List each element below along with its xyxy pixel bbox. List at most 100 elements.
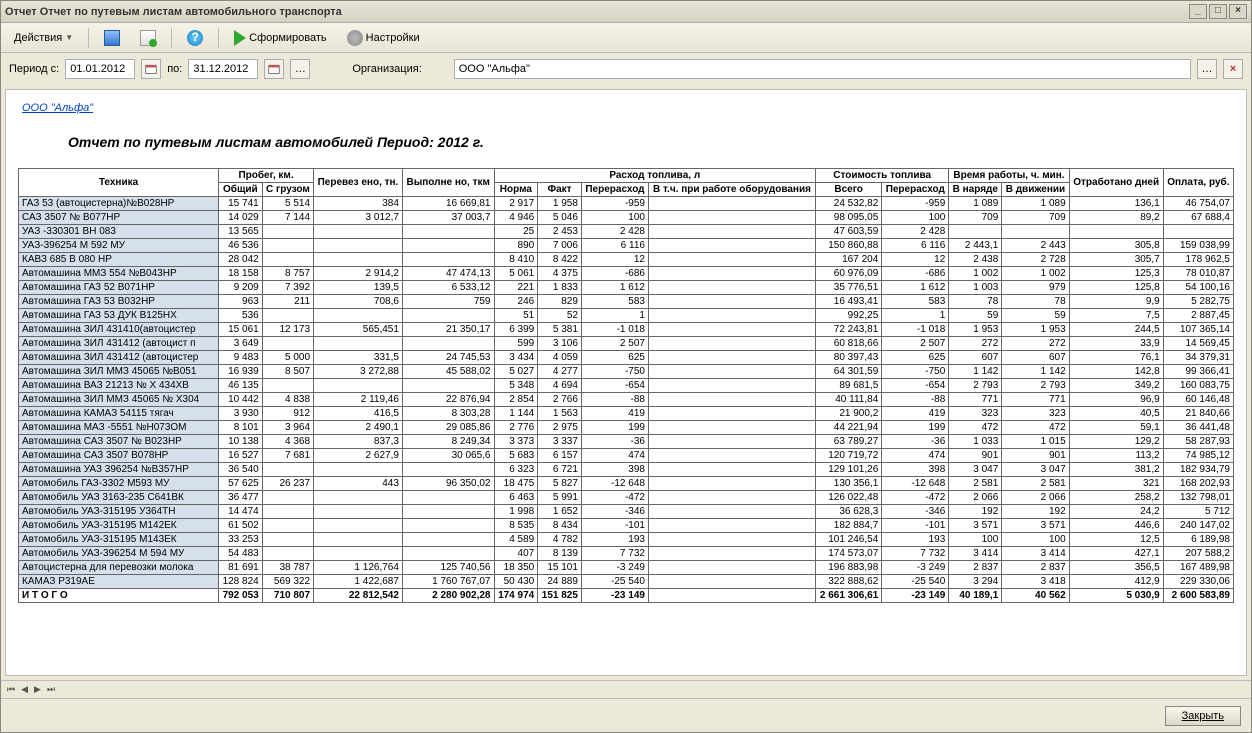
cell-value: 18 475 <box>494 477 538 491</box>
settings-button[interactable]: Настройки <box>340 27 427 49</box>
table-row[interactable]: Автомашина САЗ 3507 В078НР16 5277 6812 6… <box>19 449 1234 463</box>
open-book-button[interactable] <box>97 27 127 49</box>
table-row[interactable]: КАВЗ 685 В 080 НР28 0428 4108 42212167 2… <box>19 253 1234 267</box>
cell-value: 6 533,12 <box>402 281 494 295</box>
cell-value: -686 <box>882 267 949 281</box>
cell-value: 142,8 <box>1069 365 1163 379</box>
cell-value: 3 012,7 <box>314 211 403 225</box>
table-row[interactable]: Автомобиль УАЗ-315195 М142ЕК61 5028 5358… <box>19 519 1234 533</box>
table-row[interactable]: Автомашина ГАЗ 52 В071НР9 2097 392139,56… <box>19 281 1234 295</box>
period-from-input[interactable] <box>65 59 135 79</box>
table-row[interactable]: Автоцистерна для перевозки молока81 6913… <box>19 561 1234 575</box>
cell-value: 107 365,14 <box>1163 323 1233 337</box>
col-fuel-over: Перерасход <box>581 183 648 197</box>
period-picker-button[interactable]: … <box>290 59 310 79</box>
cell-value: 5 046 <box>538 211 582 225</box>
table-row[interactable]: Автомашина ЗИЛ 431412 (автоцист п3 64959… <box>19 337 1234 351</box>
table-row[interactable]: Автомобиль УАЗ-315195 М143ЕК33 2534 5894… <box>19 533 1234 547</box>
cell-value: 3 418 <box>1002 575 1069 589</box>
cell-value: -3 249 <box>882 561 949 575</box>
table-row[interactable]: Автомобиль УАЗ-315195 У364ТН14 4741 9981… <box>19 505 1234 519</box>
new-doc-button[interactable] <box>133 27 163 49</box>
table-row[interactable]: Автомашина ГАЗ 53 В032НР963211708,675924… <box>19 295 1234 309</box>
period-to-input[interactable] <box>188 59 258 79</box>
cell-value <box>314 491 403 505</box>
cell-value: 130 356,1 <box>816 477 882 491</box>
form-button[interactable]: Сформировать <box>227 27 334 49</box>
cell-value: 159 038,99 <box>1163 239 1233 253</box>
cell-value: 14 474 <box>219 505 263 519</box>
cell-value: 2 837 <box>1002 561 1069 575</box>
actions-menu[interactable]: Действия ▼ <box>7 29 80 47</box>
cell-value: 6 189,98 <box>1163 533 1233 547</box>
table-row[interactable]: Автомобиль УАЗ-396254 М 594 МУ54 4834078… <box>19 547 1234 561</box>
cell-value: 174 573,07 <box>816 547 882 561</box>
table-row[interactable]: Автомашина ЗИЛ 431410(автоцистер15 06112… <box>19 323 1234 337</box>
org-link[interactable]: ООО "Альфа" <box>22 102 93 114</box>
cell-value: 1 089 <box>949 197 1002 211</box>
sheet-nav-prev[interactable]: ◀ <box>21 684 28 695</box>
table-row[interactable]: Автомашина УАЗ 396254 №В357НР36 5406 323… <box>19 463 1234 477</box>
total-value: 151 825 <box>538 589 582 603</box>
cell-value: 18 158 <box>219 267 263 281</box>
table-row[interactable]: Автомашина ГАЗ 53 ДУК В125НХ53651521992,… <box>19 309 1234 323</box>
close-window-button[interactable]: × <box>1229 4 1247 19</box>
minimize-button[interactable]: _ <box>1189 4 1207 19</box>
table-row[interactable]: Автомашина КАМАЗ 54115 тягач3 930912416,… <box>19 407 1234 421</box>
cell-value: 2 887,45 <box>1163 309 1233 323</box>
calendar-to-button[interactable] <box>264 59 284 79</box>
sheet-nav-last[interactable]: ⏭ <box>47 684 55 695</box>
cell-value <box>262 533 313 547</box>
col-time-group: Время работы, ч. мин. <box>949 169 1069 183</box>
col-done: Выполне но, ткм <box>402 169 494 197</box>
table-row[interactable]: Автомашина ММЗ 554 №В043НР18 1588 7572 9… <box>19 267 1234 281</box>
cell-value: 100 <box>949 533 1002 547</box>
table-row[interactable]: САЗ 3507 № В077НР14 0297 1443 012,737 00… <box>19 211 1234 225</box>
cell-value <box>402 463 494 477</box>
cell-value <box>314 379 403 393</box>
table-row[interactable]: Автомобиль ГАЗ-3302 М593 МУ57 62526 2374… <box>19 477 1234 491</box>
maximize-button[interactable]: □ <box>1209 4 1227 19</box>
cell-value: 1 002 <box>949 267 1002 281</box>
cell-value <box>648 533 815 547</box>
table-row[interactable]: Автомашина САЗ 3507 № В023НР10 1384 3688… <box>19 435 1234 449</box>
col-cost-group: Стоимость топлива <box>816 169 949 183</box>
cell-value: 759 <box>402 295 494 309</box>
sheet-nav-first[interactable]: ⏮ <box>7 684 15 695</box>
close-button[interactable]: Закрыть <box>1165 706 1241 726</box>
cell-value: 323 <box>1002 407 1069 421</box>
cell-tech: Автомобиль УАЗ-315195 У364ТН <box>19 505 219 519</box>
org-input[interactable] <box>454 59 1191 79</box>
cell-value: 15 061 <box>219 323 263 337</box>
sheet-nav-next[interactable]: ▶ <box>34 684 41 695</box>
cell-value: 139,5 <box>314 281 403 295</box>
cell-value: 356,5 <box>1069 561 1163 575</box>
cell-value <box>648 197 815 211</box>
cell-value: 2 914,2 <box>314 267 403 281</box>
table-row[interactable]: Автомашина ЗИЛ 431412 (автоцистер9 4835 … <box>19 351 1234 365</box>
cell-value: 321 <box>1069 477 1163 491</box>
report-area[interactable]: ООО "Альфа" Отчет по путевым листам авто… <box>5 89 1247 676</box>
cell-value: 168 202,93 <box>1163 477 1233 491</box>
cell-value <box>402 505 494 519</box>
cell-value: 6 116 <box>581 239 648 253</box>
table-row[interactable]: УАЗ -330301 ВН 08313 565252 4532 42847 6… <box>19 225 1234 239</box>
calendar-from-button[interactable] <box>141 59 161 79</box>
table-row[interactable]: Автомашина ЗИЛ ММЗ 45065 №В05116 9398 50… <box>19 365 1234 379</box>
org-clear-button[interactable]: × <box>1223 59 1243 79</box>
org-picker-button[interactable]: … <box>1197 59 1217 79</box>
cell-value <box>314 225 403 239</box>
cell-value: -959 <box>581 197 648 211</box>
table-row[interactable]: Автомашина ЗИЛ ММЗ 45065 № Х30410 4424 8… <box>19 393 1234 407</box>
help-button[interactable]: ? <box>180 27 210 49</box>
cell-value: 536 <box>219 309 263 323</box>
table-row[interactable]: Автомашина МАЗ -5551 №Н073ОМ8 1013 9642 … <box>19 421 1234 435</box>
cell-value <box>314 463 403 477</box>
table-row[interactable]: УАЗ-396254 М 592 МУ46 5368907 0066 11615… <box>19 239 1234 253</box>
table-row[interactable]: КАМАЗ Р319АЕ128 824569 3221 422,6871 760… <box>19 575 1234 589</box>
cell-value: 5 514 <box>262 197 313 211</box>
cell-value <box>262 519 313 533</box>
table-row[interactable]: Автомобиль УАЗ 3163-235 С641ВК36 4776 46… <box>19 491 1234 505</box>
table-row[interactable]: ГАЗ 53 (автоцистерна)№В028НР15 7415 5143… <box>19 197 1234 211</box>
table-row[interactable]: Автомашина ВАЗ 21213 № Х 434ХВ46 1355 34… <box>19 379 1234 393</box>
